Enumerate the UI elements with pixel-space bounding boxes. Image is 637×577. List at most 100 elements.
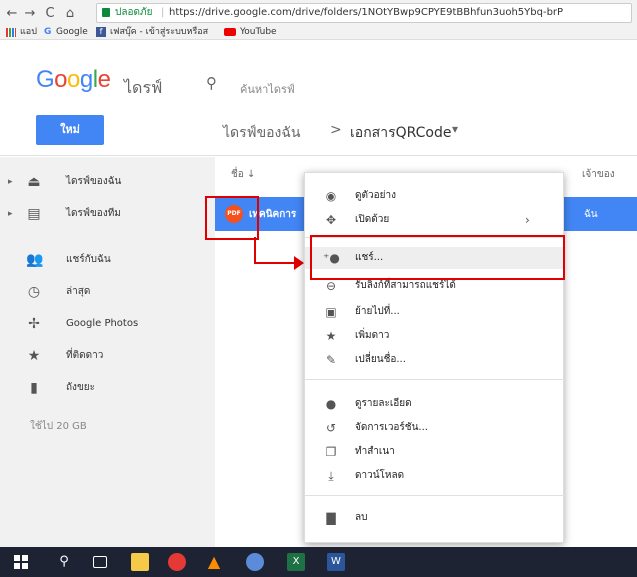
chevron-right-icon: › xyxy=(525,213,530,227)
menu-item-open-with[interactable]: ✥ เปิดด้วย › xyxy=(305,209,565,231)
taskbar: ⚲ ▲ X W xyxy=(0,547,637,577)
expand-arrow-icon[interactable]: ▸ xyxy=(8,199,13,229)
drive-header: Google ไดรฟ์ ⚲ ค้นหาไดรฟ์ xyxy=(0,40,637,100)
trash-icon: ▇ xyxy=(326,511,336,525)
chrome-icon[interactable] xyxy=(168,553,186,571)
menu-item-label: ย้ายไปที่... xyxy=(355,306,400,317)
menu-divider xyxy=(305,379,565,380)
windows-start-icon[interactable] xyxy=(12,553,30,571)
menu-item-details[interactable]: ● ดูรายละเอียด xyxy=(305,393,565,415)
bookmark-youtube[interactable]: YouTube xyxy=(240,24,277,40)
menu-item-label: ทำสำเนา xyxy=(355,446,395,457)
arrow-line-vertical xyxy=(254,237,256,263)
info-icon: ● xyxy=(325,397,337,411)
sidebar-item-label: Google Photos xyxy=(66,318,139,329)
search-input[interactable]: ค้นหาไดรฟ์ xyxy=(240,80,295,98)
menu-item-label: ดาวน์โหลด xyxy=(355,470,405,481)
sidebar-item-team-drives[interactable]: ▸ ▤ ไดรฟ์ของทีม xyxy=(0,199,215,229)
storage-used[interactable]: ใช้ไป 20 GB xyxy=(30,419,87,434)
itunes-icon[interactable] xyxy=(246,553,264,571)
task-view-icon[interactable] xyxy=(93,556,107,568)
eye-icon: ◉ xyxy=(325,189,337,203)
word-icon[interactable]: W xyxy=(327,553,345,571)
breadcrumb-current[interactable]: เอกสารQRCode xyxy=(350,122,452,144)
sidebar-item-label: ล่าสุด xyxy=(66,286,91,297)
menu-item-preview[interactable]: ◉ ดูตัวอย่าง xyxy=(305,185,565,207)
bookmark-google[interactable]: Google xyxy=(56,24,88,40)
trash-icon: ▮ xyxy=(30,380,38,396)
back-icon[interactable]: ← xyxy=(4,6,20,22)
context-menu: ◉ ดูตัวอย่าง ✥ เปิดด้วย › ⁺● แชร์... ⊖ ร… xyxy=(304,172,565,543)
vlc-icon[interactable]: ▲ xyxy=(205,553,223,571)
menu-item-label: เพิ่มดาว xyxy=(355,330,390,341)
subheader: ใหม่ ไดรฟ์ของฉัน > เอกสารQRCode ▾ xyxy=(0,100,637,156)
google-logo[interactable]: Google xyxy=(36,66,111,94)
column-header-owner[interactable]: เจ้าของ xyxy=(582,167,615,182)
photos-icon: ✢ xyxy=(28,316,40,332)
move-arrows-icon: ✥ xyxy=(325,213,337,227)
move-folder-icon: ▣ xyxy=(325,305,337,319)
menu-item-rename[interactable]: ✎ เปลี่ยนชื่อ... xyxy=(305,349,565,371)
clock-icon: ◷ xyxy=(27,284,41,300)
chevron-down-icon[interactable]: ▾ xyxy=(452,122,458,136)
menu-item-remove[interactable]: ▇ ลบ xyxy=(305,507,565,529)
menu-item-label: เปลี่ยนชื่อ... xyxy=(355,354,406,365)
sidebar-item-trash[interactable]: ▮ ถังขยะ xyxy=(0,373,215,403)
edit-icon: ✎ xyxy=(325,353,337,367)
column-header-name[interactable]: ชื่อ ↓ xyxy=(231,167,255,182)
history-icon: ↺ xyxy=(325,421,337,435)
expand-arrow-icon[interactable]: ▸ xyxy=(8,167,13,197)
bookmark-facebook[interactable]: เฟสบุ๊ค - เข้าสู่ระบบหรือส xyxy=(110,24,208,40)
sidebar-item-photos[interactable]: ✢ Google Photos xyxy=(0,309,215,339)
sidebar-item-starred[interactable]: ★ ที่ติดดาว xyxy=(0,341,215,371)
team-drive-icon: ▤ xyxy=(27,206,41,222)
star-icon: ★ xyxy=(325,329,337,343)
url-text: https://drive.google.com/drive/folders/1… xyxy=(169,7,564,18)
search-icon[interactable]: ⚲ xyxy=(55,553,73,571)
drive-icon: ⏏ xyxy=(27,174,41,190)
menu-item-make-copy[interactable]: ❐ ทำสำเนา xyxy=(305,441,565,463)
menu-divider xyxy=(305,495,565,496)
sidebar-item-label: ที่ติดดาว xyxy=(66,350,104,361)
star-icon: ★ xyxy=(27,348,41,364)
google-g-icon: G xyxy=(44,27,52,37)
reload-icon[interactable]: C xyxy=(42,6,58,22)
bookmark-apps[interactable]: แอป xyxy=(20,24,37,40)
product-name: ไดรฟ์ xyxy=(124,78,163,97)
excel-icon[interactable]: X xyxy=(287,553,305,571)
sidebar-item-my-drive[interactable]: ▸ ⏏ ไดรฟ์ของฉัน xyxy=(0,167,215,197)
file-explorer-icon[interactable] xyxy=(131,553,149,571)
menu-item-label: จัดการเวอร์ชัน... xyxy=(355,422,428,433)
menu-item-move-to[interactable]: ▣ ย้ายไปที่... xyxy=(305,301,565,323)
browser-chrome: ← → C ⌂ ปลอดภัย | https://drive.google.c… xyxy=(0,0,637,40)
file-owner: ฉัน xyxy=(584,209,598,220)
sidebar-item-label: ไดรฟ์ของทีม xyxy=(66,208,121,219)
menu-item-manage-versions[interactable]: ↺ จัดการเวอร์ชัน... xyxy=(305,417,565,439)
home-icon[interactable]: ⌂ xyxy=(62,6,78,22)
breadcrumb-root[interactable]: ไดรฟ์ของฉัน xyxy=(223,122,301,144)
menu-item-download[interactable]: ⤓ ดาวน์โหลด xyxy=(305,465,565,487)
menu-item-label: ลบ xyxy=(355,512,368,523)
sidebar: ▸ ⏏ ไดรฟ์ของฉัน ▸ ▤ ไดรฟ์ของทีม 👥 แชร์กั… xyxy=(0,157,215,547)
sidebar-item-recent[interactable]: ◷ ล่าสุด xyxy=(0,277,215,307)
sidebar-item-label: ถังขยะ xyxy=(66,382,96,393)
address-bar[interactable]: ปลอดภัย | https://drive.google.com/drive… xyxy=(96,3,632,23)
search-icon[interactable]: ⚲ xyxy=(206,74,217,92)
new-button[interactable]: ใหม่ xyxy=(36,115,104,145)
highlight-box-share xyxy=(310,235,565,280)
menu-item-label: เปิดด้วย xyxy=(355,214,390,225)
menu-item-add-star[interactable]: ★ เพิ่มดาว xyxy=(305,325,565,347)
copy-icon: ❐ xyxy=(325,445,337,459)
link-icon: ⊖ xyxy=(325,279,337,293)
forward-icon[interactable]: → xyxy=(22,6,38,22)
lock-icon xyxy=(102,8,110,17)
download-icon: ⤓ xyxy=(328,469,334,483)
sidebar-item-label: แชร์กับฉัน xyxy=(66,254,111,265)
apps-icon[interactable] xyxy=(6,28,16,37)
sidebar-item-shared[interactable]: 👥 แชร์กับฉัน xyxy=(0,245,215,275)
secure-label: ปลอดภัย xyxy=(115,7,153,18)
youtube-icon xyxy=(224,28,236,36)
breadcrumb-separator: > xyxy=(330,122,342,138)
facebook-icon: f xyxy=(96,27,106,37)
menu-item-label: ดูตัวอย่าง xyxy=(355,190,396,201)
